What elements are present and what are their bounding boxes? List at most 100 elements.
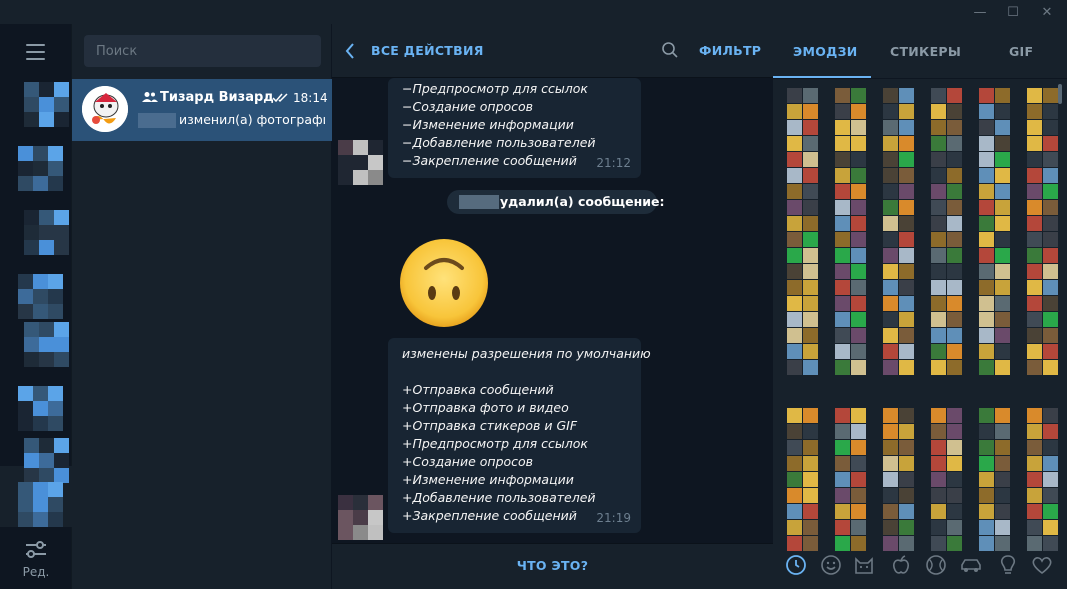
emoji-item[interactable] — [899, 488, 914, 503]
emoji-item[interactable] — [883, 136, 898, 151]
emoji-item[interactable] — [835, 152, 850, 167]
emoji-item[interactable] — [803, 120, 818, 135]
emoji-item[interactable] — [851, 264, 866, 279]
emoji-item[interactable] — [1027, 168, 1042, 183]
emoji-item[interactable] — [803, 328, 818, 343]
emoji-item[interactable] — [979, 248, 994, 263]
emoji-item[interactable] — [931, 184, 946, 199]
emoji-item[interactable] — [803, 504, 818, 519]
emoji-item[interactable] — [883, 424, 898, 439]
emoji-item[interactable] — [1027, 88, 1042, 103]
emoji-item[interactable] — [883, 168, 898, 183]
emoji-item[interactable] — [851, 488, 866, 503]
emoji-item[interactable] — [931, 296, 946, 311]
emoji-item[interactable] — [979, 488, 994, 503]
emoji-item[interactable] — [1043, 456, 1058, 471]
emoji-item[interactable] — [899, 136, 914, 151]
emoji-item[interactable] — [995, 456, 1010, 471]
emoji-item[interactable] — [851, 424, 866, 439]
emoji-item[interactable] — [947, 312, 962, 327]
emoji-item[interactable] — [947, 184, 962, 199]
emoji-item[interactable] — [979, 104, 994, 119]
emoji-item[interactable] — [1027, 280, 1042, 295]
emoji-item[interactable] — [995, 120, 1010, 135]
emoji-item[interactable] — [1043, 488, 1058, 503]
emoji-grid[interactable] — [783, 88, 1061, 552]
emoji-item[interactable] — [883, 312, 898, 327]
emoji-item[interactable] — [1043, 264, 1058, 279]
emoji-item[interactable] — [1043, 200, 1058, 215]
emoji-item[interactable] — [803, 184, 818, 199]
emoji-item[interactable] — [851, 280, 866, 295]
emoji-item[interactable] — [947, 136, 962, 151]
emoji-item[interactable] — [947, 488, 962, 503]
emoji-item[interactable] — [787, 280, 802, 295]
what-is-this-button[interactable]: ЧТО ЭТО? — [332, 558, 773, 573]
emoji-item[interactable] — [931, 360, 946, 375]
emoji-item[interactable] — [931, 328, 946, 343]
emoji-item[interactable] — [835, 120, 850, 135]
emoji-item[interactable] — [947, 216, 962, 231]
tab-emoji[interactable]: ЭМОДЗИ — [793, 44, 858, 59]
emoji-item[interactable] — [1027, 440, 1042, 455]
emoji-item[interactable] — [787, 248, 802, 263]
emoji-item[interactable] — [995, 232, 1010, 247]
chat-item-selected[interactable]: Тизард Визард 18:14 изменил(а) фотографи… — [72, 79, 332, 141]
emoji-item[interactable] — [787, 440, 802, 455]
emoji-item[interactable] — [979, 424, 994, 439]
emoji-item[interactable] — [851, 408, 866, 423]
emoji-item[interactable] — [931, 168, 946, 183]
emoji-item[interactable] — [835, 264, 850, 279]
emoji-item[interactable] — [851, 152, 866, 167]
emoji-item[interactable] — [979, 504, 994, 519]
emoji-item[interactable] — [835, 360, 850, 375]
emoji-item[interactable] — [883, 216, 898, 231]
emoji-item[interactable] — [851, 312, 866, 327]
emoji-item[interactable] — [931, 440, 946, 455]
emoji-item[interactable] — [899, 360, 914, 375]
emoji-item[interactable] — [851, 232, 866, 247]
emoji-item[interactable] — [899, 408, 914, 423]
emoji-item[interactable] — [803, 424, 818, 439]
emoji-item[interactable] — [899, 472, 914, 487]
emoji-item[interactable] — [1043, 120, 1058, 135]
emoji-item[interactable] — [995, 472, 1010, 487]
emoji-item[interactable] — [835, 136, 850, 151]
emoji-item[interactable] — [1027, 104, 1042, 119]
emoji-item[interactable] — [851, 248, 866, 263]
emoji-item[interactable] — [851, 216, 866, 231]
emoji-item[interactable] — [1043, 216, 1058, 231]
emoji-item[interactable] — [995, 328, 1010, 343]
emoji-item[interactable] — [787, 296, 802, 311]
emoji-item[interactable] — [1027, 344, 1042, 359]
emoji-item[interactable] — [883, 152, 898, 167]
emoji-item[interactable] — [803, 232, 818, 247]
emoji-item[interactable] — [851, 120, 866, 135]
emoji-item[interactable] — [1027, 200, 1042, 215]
emoji-item[interactable] — [1027, 120, 1042, 135]
emoji-item[interactable] — [931, 488, 946, 503]
emoji-item[interactable] — [1043, 424, 1058, 439]
emoji-item[interactable] — [883, 488, 898, 503]
emoji-item[interactable] — [883, 184, 898, 199]
emoji-item[interactable] — [931, 216, 946, 231]
emoji-item[interactable] — [931, 264, 946, 279]
emoji-item[interactable] — [1027, 424, 1042, 439]
emoji-item[interactable] — [995, 408, 1010, 423]
emoji-item[interactable] — [899, 216, 914, 231]
emoji-item[interactable] — [1043, 152, 1058, 167]
emoji-item[interactable] — [979, 344, 994, 359]
emoji-item[interactable] — [947, 280, 962, 295]
emoji-item[interactable] — [1027, 488, 1042, 503]
emoji-item[interactable] — [947, 328, 962, 343]
emoji-item[interactable] — [787, 472, 802, 487]
emoji-item[interactable] — [899, 88, 914, 103]
emoji-item[interactable] — [995, 424, 1010, 439]
emoji-item[interactable] — [947, 440, 962, 455]
emoji-item[interactable] — [787, 520, 802, 535]
emoji-item[interactable] — [995, 504, 1010, 519]
emoji-item[interactable] — [803, 312, 818, 327]
emoji-item[interactable] — [947, 520, 962, 535]
emoji-item[interactable] — [803, 296, 818, 311]
emoji-item[interactable] — [1027, 296, 1042, 311]
